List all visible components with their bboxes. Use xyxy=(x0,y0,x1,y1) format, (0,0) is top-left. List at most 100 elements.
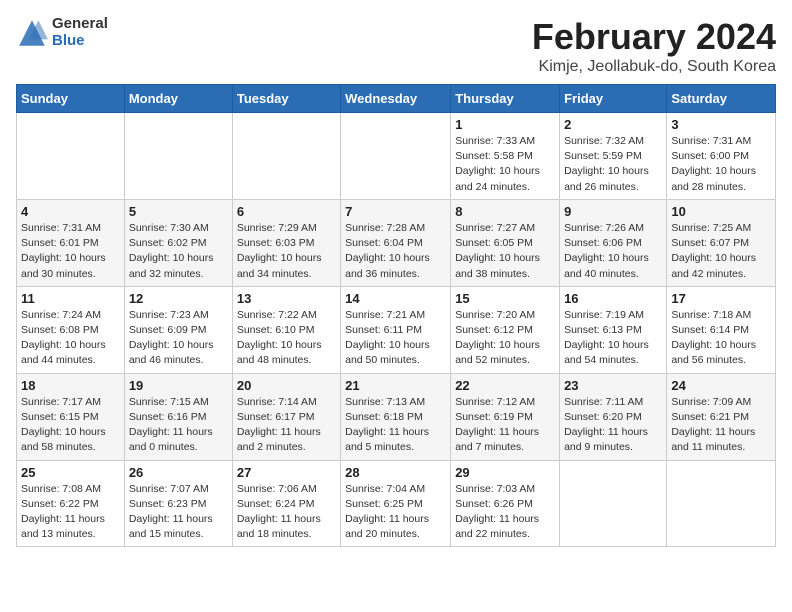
day-number: 18 xyxy=(21,378,120,393)
location: Kimje, Jeollabuk-do, South Korea xyxy=(532,58,776,76)
day-info: Sunrise: 7:31 AMSunset: 6:01 PMDaylight:… xyxy=(21,221,120,282)
calendar-cell: 29 Sunrise: 7:03 AMSunset: 6:26 PMDayligh… xyxy=(451,460,560,547)
logo: General Blue xyxy=(16,16,108,49)
day-number: 25 xyxy=(21,465,120,480)
calendar-cell: 11 Sunrise: 7:24 AMSunset: 6:08 PMDayligh… xyxy=(17,286,125,373)
calendar-cell: 1 Sunrise: 7:33 AMSunset: 5:58 PMDaylight… xyxy=(451,113,560,200)
day-number: 7 xyxy=(345,204,446,219)
calendar-cell: 19Sunrise: 7:15 AMSunset: 6:16 PMDayligh… xyxy=(124,373,232,460)
weekday-header-cell: Wednesday xyxy=(341,85,451,113)
title-area: February 2024 Kimje, Jeollabuk-do, South… xyxy=(532,16,776,76)
day-number: 28 xyxy=(345,465,446,480)
day-info: Sunrise: 7:06 AMSunset: 6:24 PMDaylight:… xyxy=(237,482,336,543)
day-info: Sunrise: 7:08 AMSunset: 6:22 PMDaylight:… xyxy=(21,482,120,543)
day-info: Sunrise: 7:12 AMSunset: 6:19 PMDaylight:… xyxy=(455,395,555,456)
day-info: Sunrise: 7:33 AMSunset: 5:58 PMDaylight:… xyxy=(455,134,555,195)
calendar-cell: 22 Sunrise: 7:12 AMSunset: 6:19 PMDayligh… xyxy=(451,373,560,460)
day-number: 9 xyxy=(564,204,662,219)
calendar-cell: 23Sunrise: 7:11 AMSunset: 6:20 PMDayligh… xyxy=(560,373,667,460)
day-info: Sunrise: 7:07 AMSunset: 6:23 PMDaylight:… xyxy=(129,482,228,543)
day-info: Sunrise: 7:22 AMSunset: 6:10 PMDaylight:… xyxy=(237,308,336,369)
calendar-cell: 24Sunrise: 7:09 AMSunset: 6:21 PMDayligh… xyxy=(667,373,776,460)
calendar-cell: 21Sunrise: 7:13 AMSunset: 6:18 PMDayligh… xyxy=(341,373,451,460)
calendar-cell: 9 Sunrise: 7:26 AMSunset: 6:06 PMDaylight… xyxy=(560,199,667,286)
day-number: 2 xyxy=(564,117,662,132)
day-number: 19 xyxy=(129,378,228,393)
day-info: Sunrise: 7:17 AMSunset: 6:15 PMDaylight:… xyxy=(21,395,120,456)
calendar-cell: 12Sunrise: 7:23 AMSunset: 6:09 PMDayligh… xyxy=(124,286,232,373)
weekday-header-cell: Monday xyxy=(124,85,232,113)
calendar-cell: 2 Sunrise: 7:32 AMSunset: 5:59 PMDaylight… xyxy=(560,113,667,200)
weekday-header-cell: Sunday xyxy=(17,85,125,113)
day-number: 15 xyxy=(455,291,555,306)
calendar-week-row: 4 Sunrise: 7:31 AMSunset: 6:01 PMDaylight… xyxy=(17,199,776,286)
day-info: Sunrise: 7:09 AMSunset: 6:21 PMDaylight:… xyxy=(671,395,771,456)
weekday-header-row: SundayMondayTuesdayWednesdayThursdayFrid… xyxy=(17,85,776,113)
calendar-cell: 15 Sunrise: 7:20 AMSunset: 6:12 PMDayligh… xyxy=(451,286,560,373)
day-number: 17 xyxy=(671,291,771,306)
calendar-cell xyxy=(232,113,340,200)
day-info: Sunrise: 7:30 AMSunset: 6:02 PMDaylight:… xyxy=(129,221,228,282)
calendar-week-row: 1 Sunrise: 7:33 AMSunset: 5:58 PMDaylight… xyxy=(17,113,776,200)
calendar-table: SundayMondayTuesdayWednesdayThursdayFrid… xyxy=(16,84,776,547)
day-info: Sunrise: 7:32 AMSunset: 5:59 PMDaylight:… xyxy=(564,134,662,195)
day-info: Sunrise: 7:04 AMSunset: 6:25 PMDaylight:… xyxy=(345,482,446,543)
day-info: Sunrise: 7:14 AMSunset: 6:17 PMDaylight:… xyxy=(237,395,336,456)
day-info: Sunrise: 7:21 AMSunset: 6:11 PMDaylight:… xyxy=(345,308,446,369)
day-number: 10 xyxy=(671,204,771,219)
day-info: Sunrise: 7:18 AMSunset: 6:14 PMDaylight:… xyxy=(671,308,771,369)
day-number: 13 xyxy=(237,291,336,306)
calendar-week-row: 18 Sunrise: 7:17 AMSunset: 6:15 PMDayligh… xyxy=(17,373,776,460)
calendar-cell: 7 Sunrise: 7:28 AMSunset: 6:04 PMDaylight… xyxy=(341,199,451,286)
day-number: 4 xyxy=(21,204,120,219)
calendar-cell: 14 Sunrise: 7:21 AMSunset: 6:11 PMDayligh… xyxy=(341,286,451,373)
day-number: 11 xyxy=(21,291,120,306)
day-number: 14 xyxy=(345,291,446,306)
day-info: Sunrise: 7:03 AMSunset: 6:26 PMDaylight:… xyxy=(455,482,555,543)
day-info: Sunrise: 7:26 AMSunset: 6:06 PMDaylight:… xyxy=(564,221,662,282)
logo-icon xyxy=(16,17,48,49)
calendar-cell xyxy=(124,113,232,200)
weekday-header-cell: Friday xyxy=(560,85,667,113)
month-title: February 2024 xyxy=(532,16,776,58)
calendar-cell xyxy=(560,460,667,547)
day-info: Sunrise: 7:25 AMSunset: 6:07 PMDaylight:… xyxy=(671,221,771,282)
day-info: Sunrise: 7:24 AMSunset: 6:08 PMDaylight:… xyxy=(21,308,120,369)
day-number: 1 xyxy=(455,117,555,132)
calendar-cell: 28 Sunrise: 7:04 AMSunset: 6:25 PMDayligh… xyxy=(341,460,451,547)
calendar-cell: 3 Sunrise: 7:31 AMSunset: 6:00 PMDaylight… xyxy=(667,113,776,200)
day-number: 21 xyxy=(345,378,446,393)
weekday-header-cell: Tuesday xyxy=(232,85,340,113)
calendar-cell: 18 Sunrise: 7:17 AMSunset: 6:15 PMDayligh… xyxy=(17,373,125,460)
weekday-header-cell: Thursday xyxy=(451,85,560,113)
day-number: 3 xyxy=(671,117,771,132)
calendar-week-row: 25 Sunrise: 7:08 AMSunset: 6:22 PMDayligh… xyxy=(17,460,776,547)
day-info: Sunrise: 7:11 AMSunset: 6:20 PMDaylight:… xyxy=(564,395,662,456)
calendar-cell: 20 Sunrise: 7:14 AMSunset: 6:17 PMDayligh… xyxy=(232,373,340,460)
day-info: Sunrise: 7:23 AMSunset: 6:09 PMDaylight:… xyxy=(129,308,228,369)
day-info: Sunrise: 7:31 AMSunset: 6:00 PMDaylight:… xyxy=(671,134,771,195)
day-number: 22 xyxy=(455,378,555,393)
day-info: Sunrise: 7:28 AMSunset: 6:04 PMDaylight:… xyxy=(345,221,446,282)
logo-general-text: General xyxy=(52,16,108,33)
day-number: 29 xyxy=(455,465,555,480)
calendar-cell: 26Sunrise: 7:07 AMSunset: 6:23 PMDayligh… xyxy=(124,460,232,547)
day-info: Sunrise: 7:29 AMSunset: 6:03 PMDaylight:… xyxy=(237,221,336,282)
day-number: 20 xyxy=(237,378,336,393)
day-info: Sunrise: 7:20 AMSunset: 6:12 PMDaylight:… xyxy=(455,308,555,369)
calendar-cell: 4 Sunrise: 7:31 AMSunset: 6:01 PMDaylight… xyxy=(17,199,125,286)
calendar-cell: 6 Sunrise: 7:29 AMSunset: 6:03 PMDaylight… xyxy=(232,199,340,286)
calendar-cell: 17 Sunrise: 7:18 AMSunset: 6:14 PMDayligh… xyxy=(667,286,776,373)
calendar-cell: 8Sunrise: 7:27 AMSunset: 6:05 PMDaylight… xyxy=(451,199,560,286)
logo-blue-text: Blue xyxy=(52,33,108,50)
calendar-cell: 25 Sunrise: 7:08 AMSunset: 6:22 PMDayligh… xyxy=(17,460,125,547)
calendar-week-row: 11 Sunrise: 7:24 AMSunset: 6:08 PMDayligh… xyxy=(17,286,776,373)
calendar-cell: 5 Sunrise: 7:30 AMSunset: 6:02 PMDaylight… xyxy=(124,199,232,286)
calendar-body: 1 Sunrise: 7:33 AMSunset: 5:58 PMDaylight… xyxy=(17,113,776,547)
calendar-cell xyxy=(667,460,776,547)
day-number: 6 xyxy=(237,204,336,219)
calendar-cell xyxy=(341,113,451,200)
calendar-cell: 10 Sunrise: 7:25 AMSunset: 6:07 PMDayligh… xyxy=(667,199,776,286)
calendar-cell: 16Sunrise: 7:19 AMSunset: 6:13 PMDayligh… xyxy=(560,286,667,373)
day-number: 5 xyxy=(129,204,228,219)
